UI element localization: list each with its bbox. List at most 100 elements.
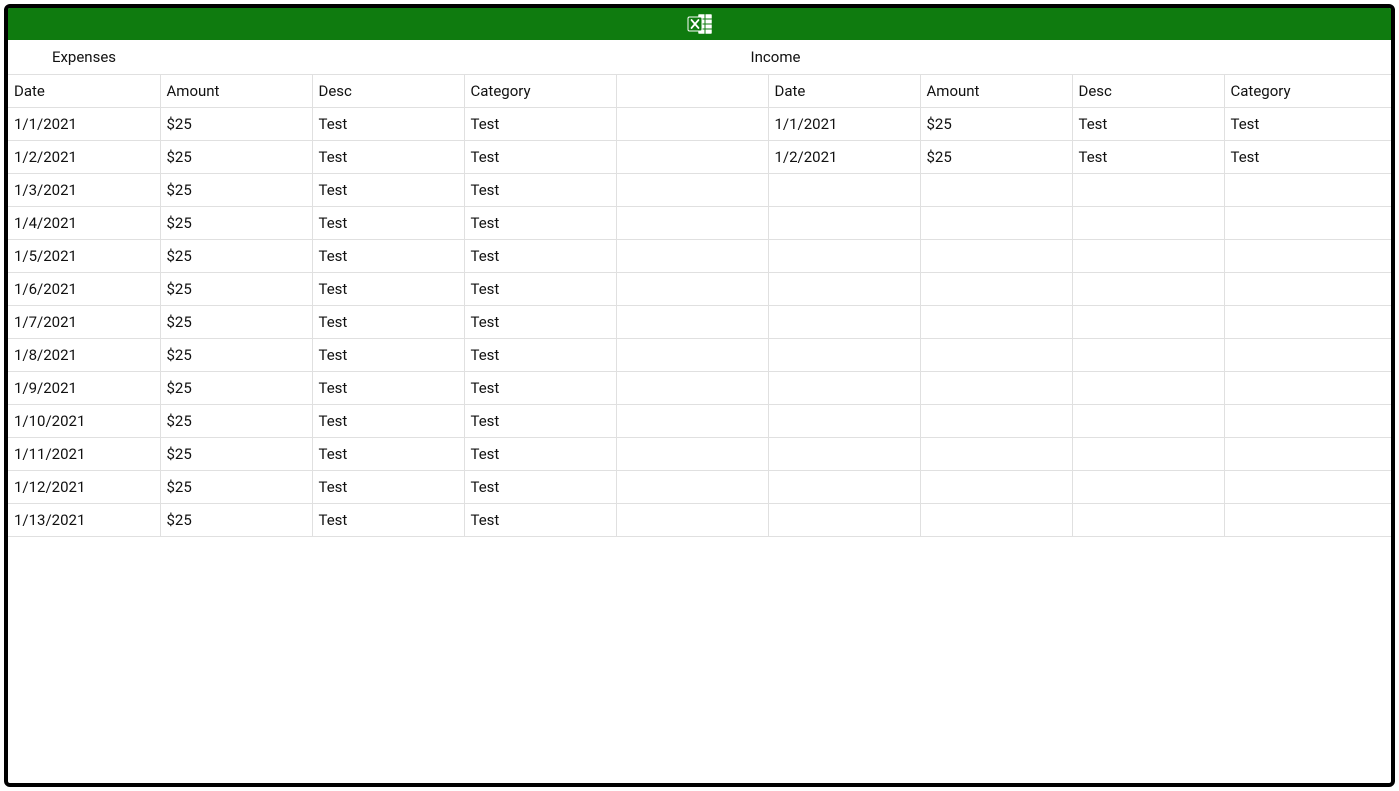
cell-income-cat[interactable] (1224, 438, 1391, 471)
cell-expenses-desc[interactable]: Test (312, 141, 464, 174)
cell-expenses-cat[interactable]: Test (464, 273, 616, 306)
cell-income-date[interactable] (768, 504, 920, 537)
cell-expenses-date[interactable]: 1/3/2021 (8, 174, 160, 207)
cell-income-amount[interactable] (920, 405, 1072, 438)
cell-income-date[interactable] (768, 207, 920, 240)
cell-income-cat[interactable] (1224, 405, 1391, 438)
cell-income-amount[interactable] (920, 240, 1072, 273)
cell-expenses-desc[interactable]: Test (312, 471, 464, 504)
cell-income-desc[interactable] (1072, 471, 1224, 504)
cell-expenses-desc[interactable]: Test (312, 339, 464, 372)
cell-gap[interactable] (616, 273, 768, 306)
header-expenses-date[interactable]: Date (8, 75, 160, 108)
cell-expenses-amount[interactable]: $25 (160, 438, 312, 471)
cell-income-date[interactable] (768, 471, 920, 504)
cell-gap[interactable] (616, 108, 768, 141)
cell-income-amount[interactable] (920, 306, 1072, 339)
cell-income-amount[interactable] (920, 504, 1072, 537)
cell-income-cat[interactable] (1224, 306, 1391, 339)
cell-expenses-desc[interactable]: Test (312, 108, 464, 141)
cell-income-amount[interactable] (920, 438, 1072, 471)
cell-income-cat[interactable] (1224, 240, 1391, 273)
cell-income-desc[interactable] (1072, 438, 1224, 471)
header-expenses-amount[interactable]: Amount (160, 75, 312, 108)
cell-expenses-date[interactable]: 1/4/2021 (8, 207, 160, 240)
cell-income-desc[interactable] (1072, 207, 1224, 240)
cell-income-amount[interactable] (920, 339, 1072, 372)
cell-income-amount[interactable] (920, 471, 1072, 504)
cell-income-desc[interactable] (1072, 306, 1224, 339)
cell-expenses-date[interactable]: 1/6/2021 (8, 273, 160, 306)
cell-income-amount[interactable] (920, 174, 1072, 207)
cell-gap[interactable] (616, 174, 768, 207)
cell-gap[interactable] (616, 372, 768, 405)
cell-expenses-amount[interactable]: $25 (160, 141, 312, 174)
cell-income-cat[interactable] (1224, 339, 1391, 372)
cell-income-date[interactable] (768, 438, 920, 471)
cell-income-cat[interactable]: Test (1224, 141, 1391, 174)
cell-income-cat[interactable] (1224, 273, 1391, 306)
cell-gap[interactable] (616, 141, 768, 174)
cell-expenses-desc[interactable]: Test (312, 372, 464, 405)
cell-expenses-desc[interactable]: Test (312, 207, 464, 240)
cell-income-date[interactable]: 1/2/2021 (768, 141, 920, 174)
cell-expenses-desc[interactable]: Test (312, 504, 464, 537)
cell-expenses-amount[interactable]: $25 (160, 339, 312, 372)
cell-income-cat[interactable]: Test (1224, 108, 1391, 141)
cell-income-desc[interactable] (1072, 339, 1224, 372)
header-gap[interactable] (616, 75, 768, 108)
cell-expenses-cat[interactable]: Test (464, 405, 616, 438)
header-expenses-category[interactable]: Category (464, 75, 616, 108)
cell-income-amount[interactable] (920, 372, 1072, 405)
cell-income-cat[interactable] (1224, 207, 1391, 240)
header-income-category[interactable]: Category (1224, 75, 1391, 108)
cell-expenses-cat[interactable]: Test (464, 240, 616, 273)
cell-income-date[interactable] (768, 273, 920, 306)
header-income-amount[interactable]: Amount (920, 75, 1072, 108)
cell-income-cat[interactable] (1224, 471, 1391, 504)
cell-gap[interactable] (616, 207, 768, 240)
cell-income-date[interactable] (768, 339, 920, 372)
cell-income-amount[interactable] (920, 207, 1072, 240)
cell-income-date[interactable] (768, 306, 920, 339)
cell-expenses-amount[interactable]: $25 (160, 372, 312, 405)
cell-income-desc[interactable] (1072, 405, 1224, 438)
cell-expenses-cat[interactable]: Test (464, 504, 616, 537)
cell-gap[interactable] (616, 240, 768, 273)
cell-expenses-desc[interactable]: Test (312, 174, 464, 207)
cell-expenses-desc[interactable]: Test (312, 306, 464, 339)
cell-expenses-date[interactable]: 1/7/2021 (8, 306, 160, 339)
cell-income-desc[interactable]: Test (1072, 108, 1224, 141)
cell-expenses-cat[interactable]: Test (464, 372, 616, 405)
cell-income-date[interactable] (768, 174, 920, 207)
cell-expenses-amount[interactable]: $25 (160, 504, 312, 537)
header-income-date[interactable]: Date (768, 75, 920, 108)
spreadsheet-grid[interactable]: Date Amount Desc Category Date Amount De… (8, 75, 1391, 783)
cell-expenses-amount[interactable]: $25 (160, 174, 312, 207)
cell-expenses-cat[interactable]: Test (464, 108, 616, 141)
cell-income-date[interactable]: 1/1/2021 (768, 108, 920, 141)
cell-expenses-cat[interactable]: Test (464, 471, 616, 504)
cell-income-cat[interactable] (1224, 174, 1391, 207)
cell-expenses-desc[interactable]: Test (312, 405, 464, 438)
cell-expenses-cat[interactable]: Test (464, 339, 616, 372)
cell-income-date[interactable] (768, 405, 920, 438)
cell-gap[interactable] (616, 438, 768, 471)
cell-income-date[interactable] (768, 372, 920, 405)
cell-expenses-amount[interactable]: $25 (160, 471, 312, 504)
cell-expenses-amount[interactable]: $25 (160, 405, 312, 438)
cell-expenses-cat[interactable]: Test (464, 438, 616, 471)
cell-gap[interactable] (616, 471, 768, 504)
cell-income-cat[interactable] (1224, 504, 1391, 537)
cell-income-amount[interactable]: $25 (920, 141, 1072, 174)
cell-expenses-cat[interactable]: Test (464, 174, 616, 207)
cell-expenses-desc[interactable]: Test (312, 240, 464, 273)
cell-expenses-date[interactable]: 1/13/2021 (8, 504, 160, 537)
cell-expenses-date[interactable]: 1/8/2021 (8, 339, 160, 372)
cell-gap[interactable] (616, 504, 768, 537)
cell-income-date[interactable] (768, 240, 920, 273)
cell-expenses-date[interactable]: 1/12/2021 (8, 471, 160, 504)
cell-expenses-amount[interactable]: $25 (160, 207, 312, 240)
cell-income-desc[interactable] (1072, 273, 1224, 306)
cell-income-amount[interactable] (920, 273, 1072, 306)
